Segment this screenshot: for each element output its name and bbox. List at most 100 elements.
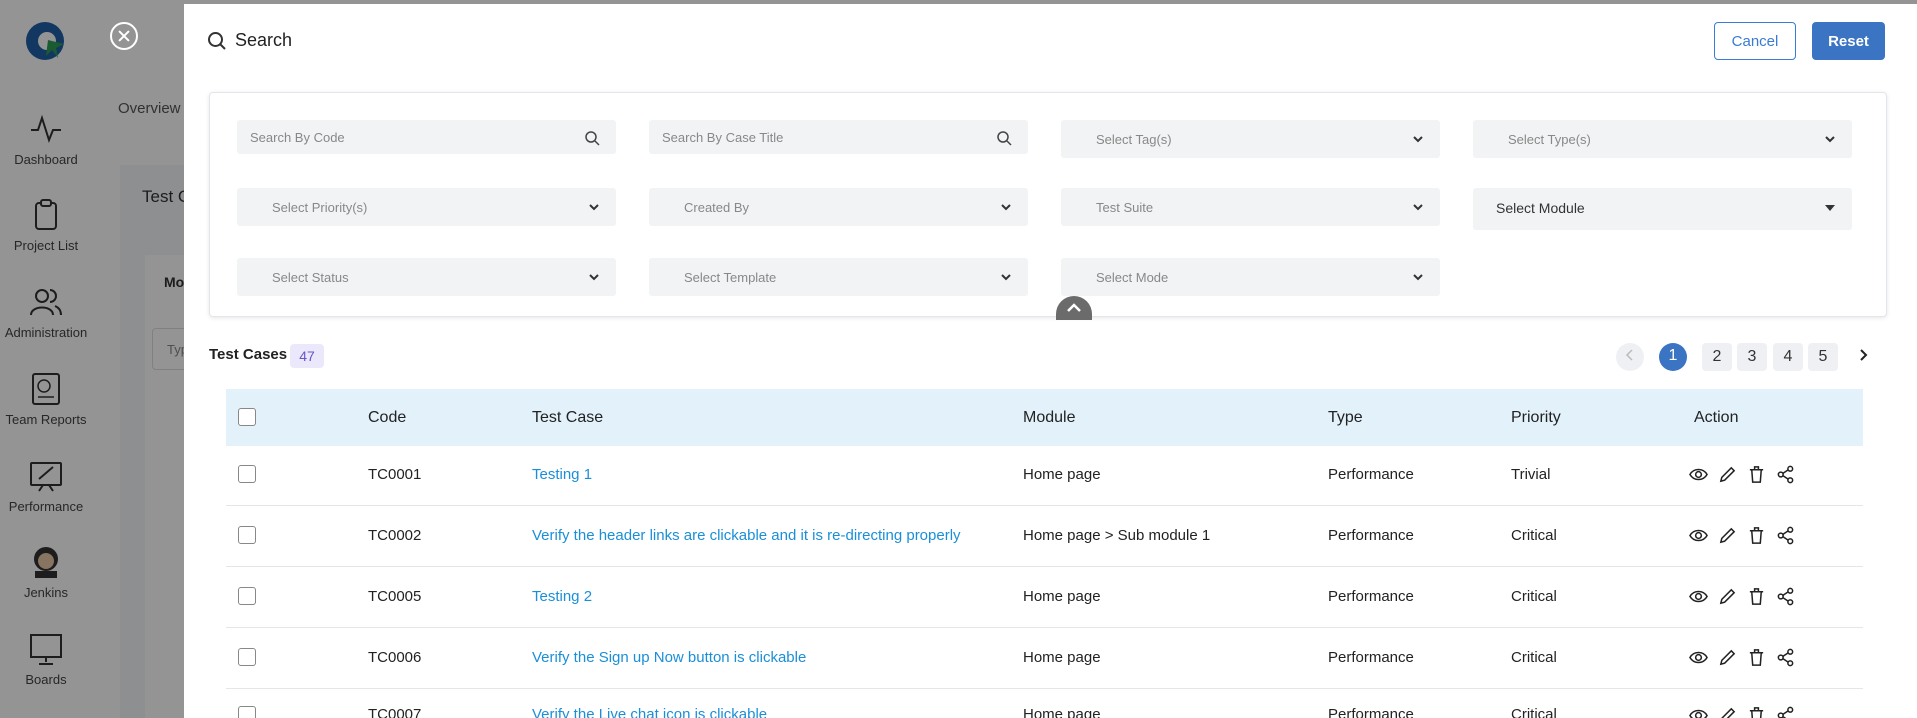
- select-status-dropdown[interactable]: Select Status: [237, 258, 616, 296]
- row-checkbox[interactable]: [238, 465, 256, 483]
- pagination-page-4[interactable]: 4: [1773, 343, 1803, 371]
- pagination-page-5[interactable]: 5: [1808, 343, 1838, 371]
- share-icon[interactable]: [1776, 648, 1795, 667]
- edit-icon[interactable]: [1718, 465, 1737, 484]
- view-icon[interactable]: [1689, 526, 1708, 545]
- chevron-down-icon: [1413, 274, 1423, 281]
- view-icon[interactable]: [1689, 587, 1708, 606]
- share-icon[interactable]: [1776, 587, 1795, 606]
- chevron-down-icon: [1413, 204, 1423, 211]
- cell-module: Home page: [1023, 649, 1101, 666]
- edit-icon[interactable]: [1718, 526, 1737, 545]
- column-header-type[interactable]: Type: [1328, 409, 1363, 427]
- filter-card: Search By Code Search By Case Title Sele…: [209, 92, 1887, 320]
- search-by-case-title-input[interactable]: Search By Case Title: [649, 120, 1028, 154]
- delete-icon[interactable]: [1747, 526, 1766, 545]
- row-actions: [1689, 648, 1795, 667]
- column-header-code[interactable]: Code: [368, 409, 406, 427]
- cell-module: Home page: [1023, 706, 1101, 718]
- table-row: TC0006 Verify the Sign up Now button is …: [226, 629, 1863, 689]
- view-icon[interactable]: [1689, 465, 1708, 484]
- select-template-dropdown[interactable]: Select Template: [649, 258, 1028, 296]
- edit-icon[interactable]: [1718, 706, 1737, 718]
- cell-priority: Critical: [1511, 527, 1557, 544]
- select-module-dropdown[interactable]: Select Module: [1473, 188, 1852, 230]
- select-all-checkbox[interactable]: [238, 408, 256, 426]
- reset-button[interactable]: Reset: [1812, 22, 1885, 60]
- column-header-test-case[interactable]: Test Case: [532, 409, 603, 427]
- delete-icon[interactable]: [1747, 706, 1766, 718]
- cell-code: TC0001: [368, 466, 422, 483]
- pagination-page-3[interactable]: 3: [1737, 343, 1767, 371]
- cell-type: Performance: [1328, 588, 1414, 605]
- chevron-right-icon: [1860, 349, 1868, 361]
- cell-type: Performance: [1328, 649, 1414, 666]
- search-panel: Search Cancel Reset Search By Code Searc…: [184, 4, 1917, 718]
- column-header-priority[interactable]: Priority: [1511, 409, 1561, 427]
- select-priority-dropdown[interactable]: Select Priority(s): [237, 188, 616, 226]
- cell-priority: Trivial: [1511, 466, 1551, 483]
- select-mode-dropdown[interactable]: Select Mode: [1061, 258, 1440, 296]
- cell-code: TC0005: [368, 588, 422, 605]
- pagination-page-1[interactable]: 1: [1659, 343, 1687, 371]
- row-actions: [1689, 465, 1795, 484]
- pagination-prev-button[interactable]: [1616, 343, 1644, 371]
- panel-title: Search: [207, 30, 292, 51]
- row-actions: [1689, 587, 1795, 606]
- panel-title-text: Search: [235, 30, 293, 50]
- chevron-down-icon: [589, 274, 599, 281]
- cell-type: Performance: [1328, 706, 1414, 718]
- chevron-down-icon: [589, 204, 599, 211]
- chevron-down-icon: [1825, 136, 1835, 143]
- delete-icon[interactable]: [1747, 587, 1766, 606]
- created-by-dropdown[interactable]: Created By: [649, 188, 1028, 226]
- test-suite-dropdown[interactable]: Test Suite: [1061, 188, 1440, 226]
- share-icon[interactable]: [1776, 465, 1795, 484]
- chevron-down-icon: [1001, 204, 1011, 211]
- cell-test-case-link[interactable]: Testing 1: [532, 466, 592, 483]
- search-by-code-input[interactable]: Search By Code: [237, 120, 616, 154]
- view-icon[interactable]: [1689, 648, 1708, 667]
- close-icon[interactable]: [110, 22, 138, 50]
- collapse-filters-button[interactable]: [1056, 296, 1092, 320]
- search-icon: [585, 131, 600, 146]
- chevron-down-icon: [1001, 274, 1011, 281]
- cell-test-case-link[interactable]: Testing 2: [532, 588, 592, 605]
- cell-code: TC0006: [368, 649, 422, 666]
- cell-type: Performance: [1328, 527, 1414, 544]
- test-cases-count-badge: 47: [290, 344, 324, 368]
- share-icon[interactable]: [1776, 526, 1795, 545]
- cell-module: Home page: [1023, 466, 1101, 483]
- cell-type: Performance: [1328, 466, 1414, 483]
- row-checkbox[interactable]: [238, 706, 256, 718]
- view-icon[interactable]: [1689, 706, 1708, 718]
- test-cases-label: Test Cases: [209, 346, 288, 363]
- table-row: TC0002 Verify the header links are click…: [226, 507, 1863, 567]
- edit-icon[interactable]: [1718, 648, 1737, 667]
- delete-icon[interactable]: [1747, 648, 1766, 667]
- table-row: TC0007 Verify the Live chat icon is clic…: [226, 690, 1863, 718]
- table-row: TC0001 Testing 1 Home page Performance T…: [226, 446, 1863, 506]
- share-icon[interactable]: [1776, 706, 1795, 718]
- cancel-button[interactable]: Cancel: [1714, 22, 1796, 60]
- delete-icon[interactable]: [1747, 465, 1766, 484]
- row-actions: [1689, 526, 1795, 545]
- row-checkbox[interactable]: [238, 648, 256, 666]
- row-checkbox[interactable]: [238, 587, 256, 605]
- column-header-module[interactable]: Module: [1023, 409, 1075, 427]
- select-types-dropdown[interactable]: Select Type(s): [1473, 120, 1852, 158]
- cell-module: Home page > Sub module 1: [1023, 527, 1211, 544]
- cell-test-case-link[interactable]: Verify the header links are clickable an…: [532, 527, 961, 544]
- chevron-left-icon: [1625, 349, 1633, 361]
- edit-icon[interactable]: [1718, 587, 1737, 606]
- search-icon: [997, 131, 1012, 146]
- pagination-next-button[interactable]: [1849, 343, 1877, 371]
- chevron-down-icon: [1413, 136, 1423, 143]
- cell-test-case-link[interactable]: Verify the Live chat icon is clickable: [532, 706, 767, 718]
- cell-test-case-link[interactable]: Verify the Sign up Now button is clickab…: [532, 649, 806, 666]
- select-tags-dropdown[interactable]: Select Tag(s): [1061, 120, 1440, 158]
- cell-code: TC0007: [368, 706, 422, 718]
- row-checkbox[interactable]: [238, 526, 256, 544]
- pagination-page-2[interactable]: 2: [1702, 343, 1732, 371]
- cell-module: Home page: [1023, 588, 1101, 605]
